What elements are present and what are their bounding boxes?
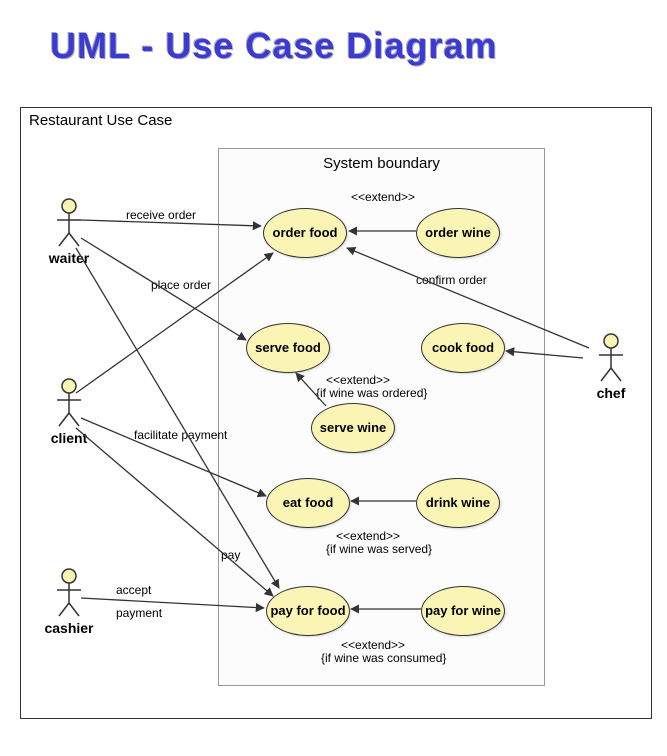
label-extend3-cond: {if wine was served} <box>326 542 432 556</box>
actor-client: client <box>39 378 99 446</box>
actor-chef-label: chef <box>581 385 641 401</box>
actor-cashier-label: cashier <box>39 620 99 636</box>
actor-waiter-label: waiter <box>39 250 99 266</box>
usecase-order-wine: order wine <box>416 208 500 258</box>
frame-title: Restaurant Use Case <box>29 112 172 129</box>
label-receive-order: receive order <box>126 208 196 222</box>
label-pay: pay <box>221 548 240 562</box>
usecase-pay-for-wine: pay for wine <box>421 586 505 636</box>
label-extend1: <<extend>> <box>351 190 415 204</box>
label-extend2: <<extend>> <box>326 373 390 387</box>
label-accept: accept <box>116 583 151 597</box>
label-extend2-cond: {if wine was ordered} <box>316 386 427 400</box>
actor-client-label: client <box>39 430 99 446</box>
label-place-order: place order <box>151 278 211 292</box>
boundary-title: System boundary <box>219 155 544 172</box>
stick-figure-icon <box>54 378 84 428</box>
outer-frame: Restaurant Use Case System boundary wait… <box>20 107 652 719</box>
usecase-order-food: order food <box>263 208 347 258</box>
actor-cashier: cashier <box>39 568 99 636</box>
stick-figure-icon <box>54 568 84 618</box>
usecase-eat-food: eat food <box>266 478 350 528</box>
actor-chef: chef <box>581 333 641 401</box>
usecase-drink-wine: drink wine <box>416 478 500 528</box>
actor-waiter: waiter <box>39 198 99 266</box>
label-confirm-order: confirm order <box>416 273 487 287</box>
page-title: UML - Use Case Diagram <box>50 25 647 67</box>
label-extend3: <<extend>> <box>336 529 400 543</box>
usecase-pay-for-food: pay for food <box>266 586 350 636</box>
label-payment: payment <box>116 606 162 620</box>
usecase-cook-food: cook food <box>421 323 505 373</box>
label-facilitate-payment: facilitate payment <box>134 428 227 442</box>
label-extend4: <<extend>> <box>341 638 405 652</box>
stick-figure-icon <box>54 198 84 248</box>
usecase-serve-food: serve food <box>246 323 330 373</box>
stick-figure-icon <box>596 333 626 383</box>
label-extend4-cond: {if wine was consumed} <box>321 651 446 665</box>
usecase-serve-wine: serve wine <box>311 403 395 453</box>
